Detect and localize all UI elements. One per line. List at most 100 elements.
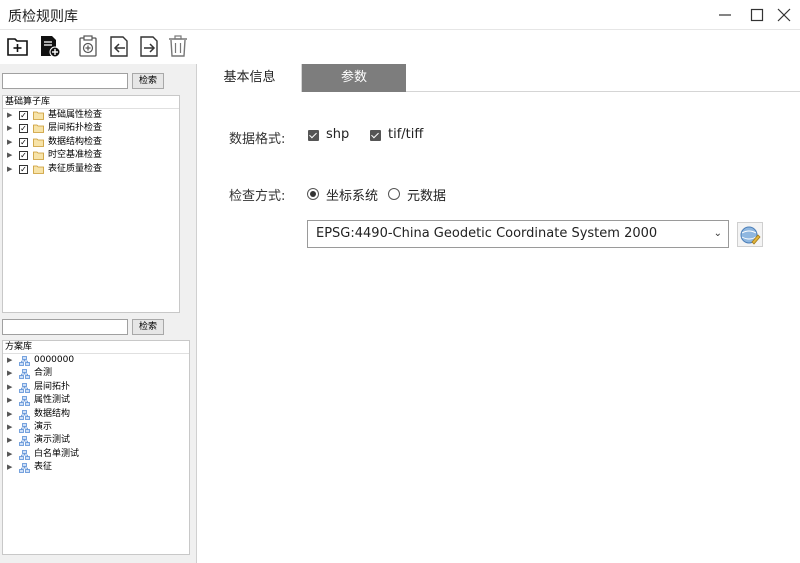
scheme-search-input[interactable] (2, 319, 128, 335)
new-folder-icon[interactable] (6, 34, 30, 58)
operator-search-input[interactable] (2, 73, 128, 89)
expand-arrow-icon[interactable]: ▶ (7, 163, 12, 176)
scheme-node-icon (19, 463, 30, 474)
expand-arrow-icon[interactable]: ▶ (7, 434, 12, 447)
title-bar: 质检规则库 (0, 0, 800, 30)
right-pane: 基本信息 参数 数据格式: shp tif/tiff 检查方式: 坐标系统 元数… (198, 64, 800, 563)
operator-tree-row[interactable]: ▶ ✓ 数据结构检查 (3, 136, 179, 149)
scheme-tree-label: 数据结构 (34, 408, 71, 419)
scheme-tree-label: 演示 (34, 421, 53, 432)
scheme-tree-label: 0000000 (34, 355, 75, 365)
scheme-node-icon (19, 382, 30, 393)
crs-picker-icon[interactable] (737, 222, 763, 247)
expand-arrow-icon[interactable]: ▶ (7, 408, 12, 421)
operator-tree-label: 数据结构检查 (48, 136, 103, 147)
folder-icon (33, 165, 44, 174)
row-checkbox[interactable]: ✓ (19, 137, 28, 147)
scheme-tree-header: 方案库 (3, 341, 189, 354)
scheme-tree: 方案库 ▶ 0000000 ▶ 合测 ▶ 层间拓扑 ▶ 属性测试 ▶ 数据结构 ▶ 演示 ▶ 演示测试 ▶ 白… (2, 340, 190, 555)
folder-icon (33, 138, 44, 147)
scheme-tree-label: 属性测试 (34, 395, 71, 406)
scheme-tree-row[interactable]: ▶ 白名单测试 (3, 448, 189, 461)
expand-arrow-icon[interactable]: ▶ (7, 149, 12, 162)
expand-arrow-icon[interactable]: ▶ (7, 367, 12, 380)
metadata-radio[interactable] (388, 188, 400, 200)
operator-tree-header: 基础算子库 (3, 96, 179, 109)
scheme-node-icon (19, 436, 30, 447)
scheme-tree-row[interactable]: ▶ 演示 (3, 421, 189, 434)
export-icon[interactable] (137, 34, 161, 58)
scheme-node-icon (19, 356, 30, 366)
crs-select-value: EPSG:4490-China Geodetic Coordinate Syst… (316, 226, 658, 241)
toolbar (0, 30, 800, 63)
window-title: 质检规则库 (8, 9, 78, 25)
scheme-node-icon (19, 396, 30, 407)
scheme-tree-row[interactable]: ▶ 表征 (3, 461, 189, 474)
operator-tree-row[interactable]: ▶ ✓ 表征质量检查 (3, 163, 179, 176)
expand-arrow-icon[interactable]: ▶ (7, 136, 12, 149)
new-file-icon[interactable] (38, 34, 62, 58)
row-checkbox[interactable]: ✓ (19, 164, 28, 174)
scheme-node-icon (19, 423, 30, 433)
expand-arrow-icon[interactable]: ▶ (7, 394, 12, 407)
operator-search-button[interactable]: 检索 (132, 73, 164, 89)
delete-icon[interactable] (166, 34, 190, 58)
expand-arrow-icon[interactable]: ▶ (7, 448, 12, 461)
folder-icon (33, 111, 44, 120)
operator-tree-row[interactable]: ▶ ✓ 基础属性检查 (3, 109, 179, 122)
scheme-tree-row[interactable]: ▶ 0000000 (3, 354, 189, 367)
format-label: 数据格式: (229, 132, 286, 147)
scheme-tree-label: 表征 (34, 462, 53, 473)
method-label: 检查方式: (229, 189, 286, 204)
scheme-node-icon (19, 409, 30, 420)
expand-arrow-icon[interactable]: ▶ (7, 354, 12, 367)
operator-tree-row[interactable]: ▶ ✓ 时空基准检查 (3, 149, 179, 162)
minimize-icon[interactable] (714, 4, 736, 26)
scheme-tree-label: 演示测试 (34, 435, 71, 446)
operator-tree-label: 时空基准检查 (48, 150, 103, 161)
folder-icon (33, 151, 44, 161)
scheme-tree-row[interactable]: ▶ 层间拓扑 (3, 381, 189, 394)
row-checkbox[interactable]: ✓ (19, 111, 28, 120)
close-icon[interactable] (773, 4, 795, 26)
expand-arrow-icon[interactable]: ▶ (7, 122, 12, 135)
tab-params[interactable]: 参数 (302, 64, 406, 92)
expand-arrow-icon[interactable]: ▶ (7, 461, 12, 474)
scheme-tree-label: 层间拓扑 (34, 381, 71, 392)
tif-label: tif/tiff (388, 127, 424, 142)
expand-arrow-icon[interactable]: ▶ (7, 421, 12, 434)
scheme-tree-row[interactable]: ▶ 演示测试 (3, 434, 189, 447)
operator-tree-label: 表征质量检查 (48, 163, 103, 174)
tab-strip: 基本信息 参数 (198, 64, 800, 92)
operator-tree-row[interactable]: ▶ ✓ 层间拓扑检查 (3, 122, 179, 135)
operator-tree-label: 基础属性检查 (48, 110, 103, 120)
tif-checkbox[interactable] (370, 130, 381, 141)
scheme-tree-label: 白名单测试 (34, 448, 80, 459)
scheme-search-button[interactable]: 检索 (132, 319, 164, 335)
scheme-node-icon (19, 369, 30, 380)
operator-tree: 基础算子库 ▶ ✓ 基础属性检查 ▶ ✓ 层间拓扑检查 ▶ ✓ 数据结构检查 ▶ ✓ 时空基准检查 ▶ ✓… (2, 95, 180, 313)
tab-basic-info[interactable]: 基本信息 (198, 64, 302, 92)
maximize-icon[interactable] (746, 4, 768, 26)
add-rule-icon[interactable] (76, 34, 100, 58)
row-checkbox[interactable]: ✓ (19, 151, 28, 161)
shp-checkbox[interactable] (308, 130, 319, 141)
crs-select[interactable]: EPSG:4490-China Geodetic Coordinate Syst… (307, 220, 729, 248)
expand-arrow-icon[interactable]: ▶ (7, 381, 12, 394)
chevron-down-icon: ⌄ (713, 228, 722, 239)
crs-radio[interactable] (307, 188, 319, 200)
left-pane: 检索 基础算子库 ▶ ✓ 基础属性检查 ▶ ✓ 层间拓扑检查 ▶ ✓ 数据结构检查 ▶ ✓ 时空基准检… (0, 64, 197, 563)
row-checkbox[interactable]: ✓ (19, 124, 28, 134)
metadata-radio-label: 元数据 (407, 189, 447, 204)
import-icon[interactable] (107, 34, 131, 58)
crs-radio-label: 坐标系统 (326, 189, 379, 204)
scheme-node-icon (19, 449, 30, 460)
scheme-tree-row[interactable]: ▶ 属性测试 (3, 394, 189, 407)
scheme-tree-row[interactable]: ▶ 数据结构 (3, 408, 189, 421)
scheme-tree-label: 合测 (34, 368, 53, 379)
scheme-tree-row[interactable]: ▶ 合测 (3, 367, 189, 380)
shp-label: shp (326, 127, 350, 142)
expand-arrow-icon[interactable]: ▶ (7, 109, 12, 122)
operator-tree-label: 层间拓扑检查 (48, 123, 103, 134)
folder-icon (33, 124, 44, 134)
